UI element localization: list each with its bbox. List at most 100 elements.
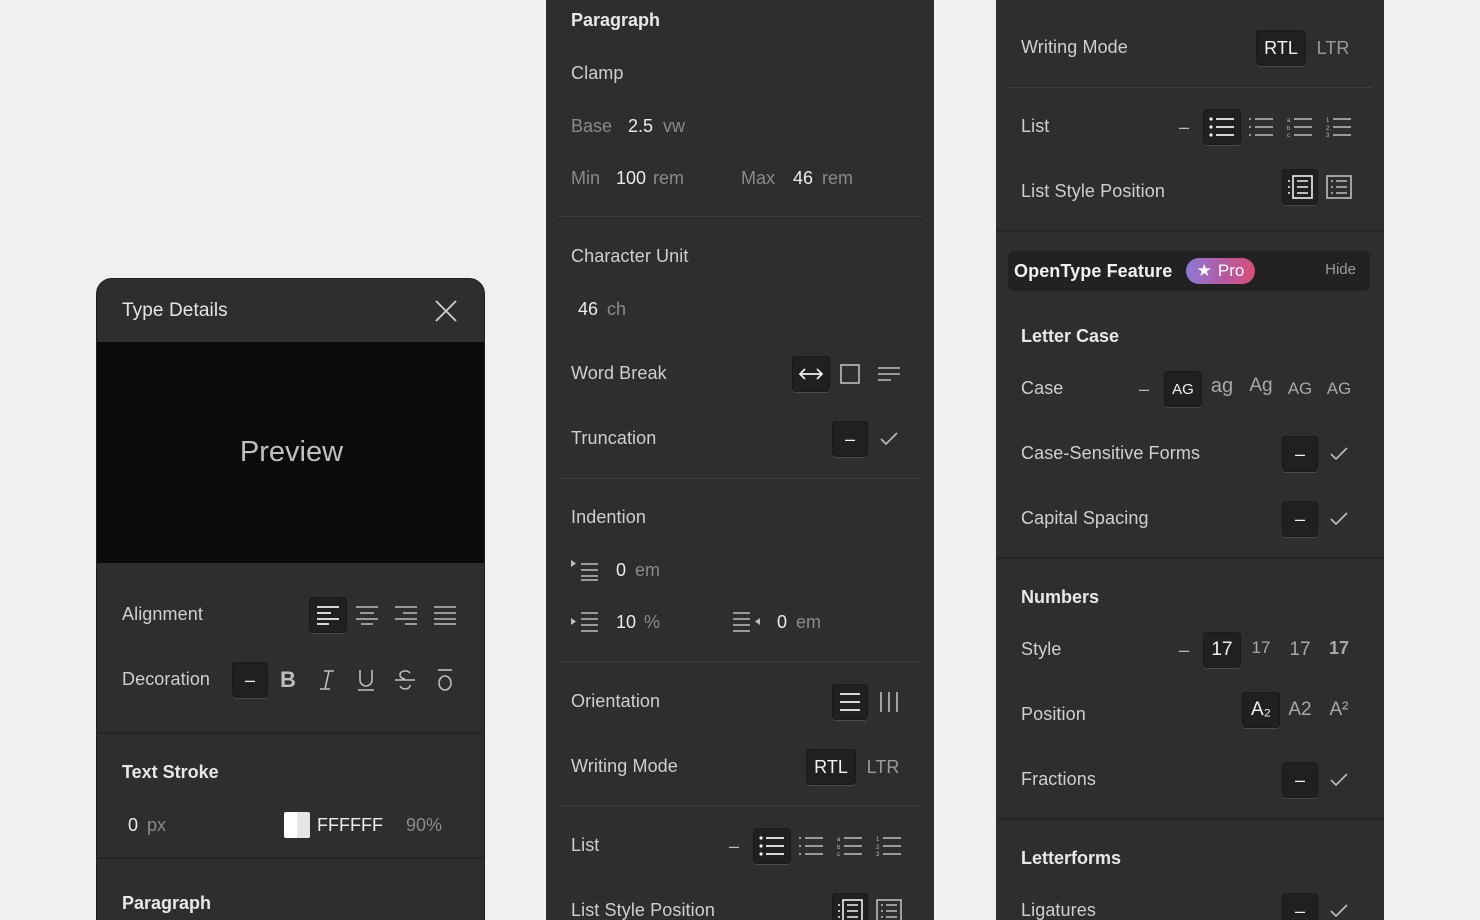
- check-icon[interactable]: [1321, 501, 1357, 537]
- rtl-button[interactable]: RTL: [1256, 30, 1306, 66]
- divider: [97, 732, 484, 734]
- fractions-off-button[interactable]: –: [1282, 762, 1318, 798]
- case-titlecase-button[interactable]: Ag: [1243, 368, 1279, 404]
- svg-text:b: b: [1287, 126, 1291, 132]
- indention-label: Indention: [571, 507, 646, 527]
- numbers-title: Numbers: [1021, 587, 1100, 607]
- check-icon[interactable]: [1321, 893, 1357, 920]
- base-value[interactable]: 2.5: [628, 116, 653, 137]
- right-indent-icon: [732, 611, 760, 638]
- bullet-list-icon[interactable]: [1203, 109, 1241, 145]
- align-left-button[interactable]: [309, 597, 347, 633]
- align-center-button[interactable]: [349, 597, 385, 633]
- right-indent-value[interactable]: 0: [777, 612, 787, 633]
- ltr-button[interactable]: LTR: [859, 749, 907, 785]
- stroke-color-swatch[interactable]: [284, 812, 310, 838]
- min-value[interactable]: 100: [616, 168, 646, 189]
- ltr-button[interactable]: LTR: [1309, 30, 1357, 66]
- writing-mode-label: Writing Mode: [571, 756, 678, 776]
- decoration-label: Decoration: [122, 669, 211, 689]
- orientation-vertical-icon[interactable]: [871, 684, 907, 720]
- stroke-opacity-value[interactable]: 90%: [406, 815, 442, 836]
- fractions-label: Fractions: [1021, 769, 1096, 789]
- first-line-indent-value[interactable]: 0: [616, 560, 626, 581]
- type-preview: Preview: [97, 342, 484, 563]
- numbered-list-icon[interactable]: 1 23: [871, 828, 907, 864]
- align-right-button[interactable]: [388, 597, 424, 633]
- capital-spacing-label: Capital Spacing: [1021, 508, 1149, 528]
- number-style-tabular-button[interactable]: 17: [1282, 632, 1318, 668]
- paragraph-title: Paragraph: [122, 893, 212, 913]
- word-break-arrows-icon[interactable]: [792, 356, 830, 392]
- divider: [558, 661, 922, 662]
- list-none-button[interactable]: –: [722, 828, 746, 864]
- align-justify-button[interactable]: [427, 597, 463, 633]
- case-sensitive-forms-label: Case-Sensitive Forms: [1021, 443, 1201, 463]
- alignment-label: Alignment: [122, 604, 203, 624]
- alpha-list-icon[interactable]: abc: [832, 828, 868, 864]
- number-style-lining-button[interactable]: 17: [1203, 632, 1241, 668]
- check-icon[interactable]: [1321, 436, 1357, 472]
- case-all-small-caps-button[interactable]: AG: [1321, 371, 1357, 407]
- case-uppercase-button[interactable]: AG: [1164, 371, 1202, 407]
- ligatures-off-button[interactable]: –: [1282, 893, 1318, 920]
- check-icon[interactable]: [1321, 762, 1357, 798]
- bold-icon[interactable]: B: [270, 662, 306, 698]
- truncation-off-button[interactable]: –: [832, 421, 868, 457]
- max-label: Max: [741, 168, 776, 188]
- max-unit: rem: [822, 168, 853, 188]
- left-indent-value[interactable]: 10: [616, 612, 636, 633]
- italic-icon[interactable]: [309, 662, 345, 698]
- word-break-lines-icon[interactable]: [871, 356, 907, 392]
- case-none-button[interactable]: –: [1132, 371, 1156, 407]
- divider: [558, 216, 922, 217]
- orientation-horizontal-icon[interactable]: [832, 684, 868, 720]
- numbered-list-icon[interactable]: 1 23: [1321, 109, 1357, 145]
- decoration-none-button[interactable]: –: [232, 662, 268, 698]
- max-value[interactable]: 46: [793, 168, 813, 189]
- pro-badge: ★ Pro: [1186, 258, 1255, 284]
- stroke-width-value[interactable]: 0: [128, 815, 138, 836]
- case-lowercase-button[interactable]: ag: [1204, 368, 1240, 404]
- list-inside-icon[interactable]: [1282, 169, 1318, 205]
- first-line-indent-icon: [571, 559, 599, 586]
- overline-icon[interactable]: [427, 662, 463, 698]
- number-style-oldstyle-button[interactable]: 17: [1243, 630, 1279, 666]
- type-details-panel: Type Details Preview Alignment Decoratio…: [96, 278, 485, 920]
- position-subscript-button[interactable]: A₂: [1242, 692, 1280, 728]
- rtl-button[interactable]: RTL: [806, 749, 856, 785]
- dash-list-icon[interactable]: [1243, 109, 1279, 145]
- svg-text:3: 3: [1326, 133, 1330, 138]
- dash-list-icon[interactable]: [793, 828, 829, 864]
- number-style-proportional-button[interactable]: 17: [1321, 630, 1357, 666]
- underline-icon[interactable]: [348, 662, 384, 698]
- list-outside-icon[interactable]: [871, 893, 907, 920]
- pro-badge-label: Pro: [1217, 261, 1245, 280]
- divider: [1008, 87, 1372, 88]
- strikethrough-icon[interactable]: [387, 662, 423, 698]
- list-outside-icon[interactable]: [1321, 169, 1357, 205]
- divider: [558, 478, 922, 479]
- number-style-none-button[interactable]: –: [1172, 632, 1196, 668]
- list-none-button[interactable]: –: [1172, 109, 1196, 145]
- first-line-indent-unit: em: [635, 560, 661, 580]
- svg-text:c: c: [837, 852, 840, 857]
- bullet-list-icon[interactable]: [753, 828, 791, 864]
- case-small-caps-button[interactable]: AG: [1282, 371, 1318, 407]
- check-icon[interactable]: [871, 421, 907, 457]
- alpha-list-icon[interactable]: abc: [1282, 109, 1318, 145]
- case-sensitive-off-button[interactable]: –: [1282, 436, 1318, 472]
- list-inside-icon[interactable]: [832, 893, 868, 920]
- word-break-box-icon[interactable]: [832, 356, 868, 392]
- base-unit: vw: [663, 116, 685, 136]
- svg-text:2: 2: [1326, 126, 1330, 132]
- position-normal-button[interactable]: A2: [1282, 692, 1318, 728]
- stroke-color-value[interactable]: FFFFFF: [317, 815, 383, 836]
- character-unit-unit: ch: [607, 299, 627, 319]
- hide-link[interactable]: Hide: [1325, 261, 1356, 278]
- close-icon[interactable]: [431, 296, 461, 326]
- orientation-label: Orientation: [571, 691, 661, 711]
- capital-spacing-off-button[interactable]: –: [1282, 501, 1318, 537]
- character-unit-value[interactable]: 46: [578, 299, 598, 320]
- position-superscript-button[interactable]: A²: [1321, 692, 1357, 728]
